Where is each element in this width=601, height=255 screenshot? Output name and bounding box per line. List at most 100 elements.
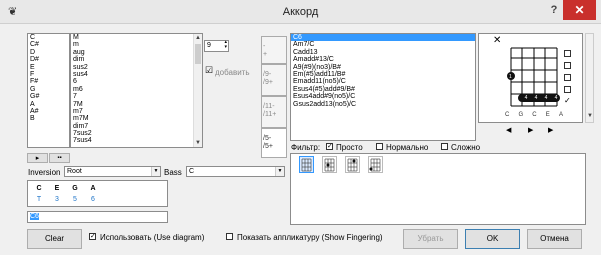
barre-labels: 4444	[521, 95, 561, 101]
chord-type-item[interactable]: M	[71, 34, 194, 41]
scroll-down-icon[interactable]: ▼	[194, 139, 202, 147]
chord-result-item[interactable]: Am7/C	[291, 41, 475, 48]
chord-results-list[interactable]: C6 Am7/C Cadd13 Amadd#13/C A9(#9)(no3)/B# Em(…	[290, 33, 476, 141]
extension-spinner[interactable]: 9 ▴ ▾	[204, 40, 229, 52]
chord-type-item[interactable]: 7	[71, 93, 194, 100]
chord-result-item[interactable]: A9(#9)(no3)/B#	[291, 64, 475, 71]
chord-result-item[interactable]: Gsus2add13(no5)/C	[291, 101, 475, 108]
chord-name-field[interactable]: C6	[27, 211, 168, 223]
muted-string-icon: ✕	[493, 35, 502, 46]
filter-normal-checkbox[interactable]	[376, 143, 383, 150]
root-list-item[interactable]: G	[28, 86, 69, 93]
chord-type-item[interactable]: 7M	[71, 101, 194, 108]
window-title: Аккорд	[282, 6, 319, 18]
string-name: C	[505, 112, 510, 118]
spinner-arrows-icon[interactable]: ▴ ▾	[224, 40, 227, 50]
stop-small-button[interactable]: ▪▪	[49, 153, 70, 163]
string-name: G	[518, 112, 524, 118]
string-checkbox-2[interactable]	[564, 62, 571, 69]
root-list-item[interactable]: E	[28, 64, 69, 71]
chord-diagram[interactable]: ✕ 1 4444 CGCEA ✓	[478, 33, 583, 123]
chord-result-item[interactable]: Em(#5)add11/B#	[291, 71, 475, 78]
ok-button[interactable]: OK	[465, 229, 520, 249]
root-list-item[interactable]: C#	[28, 41, 69, 48]
chord-type-item[interactable]: 6	[71, 78, 194, 85]
root-list[interactable]: C C# D D# E F F# G G# A A# B	[27, 33, 70, 148]
chord-type-item[interactable]: sus2	[71, 64, 194, 71]
tab-ninth[interactable]: /9- /9+	[261, 64, 287, 96]
chord-result-item[interactable]: Esus4add#9(no5)/C	[291, 93, 475, 100]
chevron-down-icon[interactable]: ▼	[275, 167, 284, 176]
add-checkbox[interactable]: ☑	[205, 66, 213, 75]
scroll-thumb[interactable]	[195, 44, 201, 64]
prev-button[interactable]: ◀	[506, 126, 511, 134]
filter-simple-label: Просто	[336, 143, 363, 152]
chord-type-item[interactable]: m6	[71, 86, 194, 93]
chord-notes-panel: C E G A T 3 5 6	[27, 180, 168, 207]
chord-type-list[interactable]: Mm aug dim sus2 sus4 6 m6 7 7M m7 m7M dim7 7sus2 7sus…	[70, 33, 203, 148]
chord-type-item[interactable]: dim7	[71, 123, 194, 130]
string-checkbox-4[interactable]	[564, 86, 571, 93]
chord-result-item[interactable]: C6	[291, 34, 475, 42]
root-list-item[interactable]: A	[28, 101, 69, 108]
scroll-up-icon[interactable]: ▲	[194, 34, 202, 42]
string-checkbox-1[interactable]	[564, 50, 571, 57]
chord-type-item[interactable]: m7M	[71, 115, 194, 122]
chord-interval: 6	[91, 196, 95, 203]
chevron-down-icon[interactable]: ▼	[151, 167, 160, 176]
spinner-value: 9	[207, 42, 211, 49]
filter-hard-label: Сложно	[451, 143, 481, 152]
string-name: E	[545, 112, 550, 118]
tab-fifth[interactable]: /5- /5+	[261, 128, 287, 158]
filter-simple-checkbox[interactable]: ✓	[326, 143, 333, 150]
tab-plus-minus[interactable]: - +	[261, 36, 287, 64]
chord-type-item[interactable]: m7	[71, 108, 194, 115]
barre-finger-label: 4	[554, 95, 558, 101]
chord-type-item[interactable]: m	[71, 41, 194, 48]
diagram-thumb-4[interactable]	[368, 156, 383, 173]
clear-button[interactable]: Clear	[27, 229, 82, 249]
chord-result-item[interactable]: Cadd13	[291, 49, 475, 56]
chord-result-item[interactable]: Emadd11(no5)/C	[291, 78, 475, 85]
tab-eleventh[interactable]: /11- /11+	[261, 96, 287, 128]
root-list-item[interactable]: D#	[28, 56, 69, 63]
chord-result-item[interactable]: Esus4(#5)add#9/B#	[291, 86, 475, 93]
type-list-scrollbar[interactable]: ▲ ▼	[193, 34, 202, 147]
string-checkbox-3[interactable]	[564, 74, 571, 81]
chord-type-item[interactable]: sus4	[71, 71, 194, 78]
inversion-select[interactable]: Root ▼	[64, 166, 161, 177]
show-fingering-label: Показать аппликатуру (Show Fingering)	[237, 233, 383, 242]
play-button[interactable]: ▶	[528, 126, 533, 134]
string-name: C	[532, 112, 537, 118]
remove-button[interactable]: Убрать	[403, 229, 458, 249]
chord-type-item[interactable]: 7sus4	[71, 137, 194, 144]
root-list-item[interactable]: C	[28, 34, 69, 41]
chord-result-item[interactable]: Amadd#13/C	[291, 56, 475, 63]
root-list-item[interactable]: F#	[28, 78, 69, 85]
root-list-item[interactable]: B	[28, 115, 69, 122]
cancel-button[interactable]: Отмена	[527, 229, 582, 249]
chord-type-item[interactable]: 7sus2	[71, 130, 194, 137]
chord-type-item[interactable]: aug	[71, 49, 194, 56]
root-list-item[interactable]: D	[28, 49, 69, 56]
root-list-item[interactable]: A#	[28, 108, 69, 115]
use-diagram-checkbox[interactable]: ✓	[89, 233, 96, 240]
next-button[interactable]: ▶	[548, 126, 553, 134]
string-names: CGCEA	[505, 112, 563, 118]
bass-select[interactable]: C ▼	[186, 166, 285, 177]
diagram-thumb-3[interactable]	[345, 156, 360, 173]
diagram-thumb-2[interactable]	[322, 156, 337, 173]
root-list-item[interactable]: G#	[28, 93, 69, 100]
close-button[interactable]: ✕	[563, 0, 596, 20]
diagram-scrollbar[interactable]: ▼	[585, 33, 594, 123]
chord-type-item[interactable]: dim	[71, 56, 194, 63]
barre-finger-label: 4	[544, 95, 548, 101]
filter-hard-checkbox[interactable]	[441, 143, 448, 150]
diagram-thumb-1[interactable]	[299, 156, 314, 173]
show-fingering-checkbox[interactable]	[226, 233, 233, 240]
scroll-down-icon[interactable]: ▼	[586, 112, 594, 120]
chord-note: C	[36, 185, 42, 192]
play-small-button[interactable]: ▸	[27, 153, 48, 163]
help-button[interactable]: ?	[547, 4, 561, 18]
root-list-item[interactable]: F	[28, 71, 69, 78]
